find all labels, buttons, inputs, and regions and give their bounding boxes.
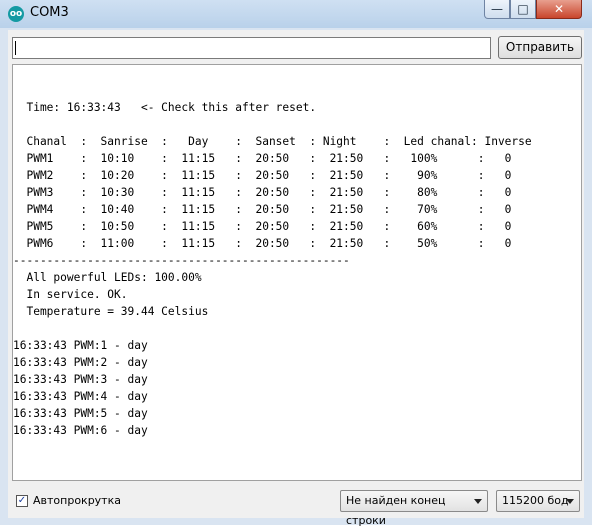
- send-button[interactable]: Отправить: [498, 36, 582, 59]
- baud-rate-dropdown[interactable]: 115200 бод: [496, 490, 580, 512]
- window-title: COM3: [30, 5, 69, 20]
- console-line: PWM1 : 10:10 : 11:15 : 20:50 : 21:50 : 1…: [13, 152, 512, 165]
- baud-rate-value: 115200 бод: [502, 494, 569, 507]
- console-line: 16:33:43 PWM:6 - day: [13, 424, 148, 437]
- console-line: 16:33:43 PWM:2 - day: [13, 356, 148, 369]
- window-body: Отправить Time: 16:33:43 <- Check this a…: [0, 28, 592, 527]
- title-bar: oo COM3 — □ ✕: [0, 0, 592, 29]
- console-line: PWM4 : 10:40 : 11:15 : 20:50 : 21:50 : 7…: [13, 203, 512, 216]
- console-line: Time: 16:33:43 <- Check this after reset…: [13, 101, 317, 114]
- autoscroll-checkbox[interactable]: ✓: [16, 495, 28, 507]
- console-line: 16:33:43 PWM:1 - day: [13, 339, 148, 352]
- console-line: Chanal : Sanrise : Day : Sanset : Night …: [13, 135, 532, 148]
- chevron-down-icon: [566, 499, 574, 504]
- arduino-logo-icon: oo: [8, 6, 24, 22]
- console-line: In service. OK.: [13, 288, 128, 301]
- line-ending-value: Не найден конец строки: [346, 494, 446, 527]
- serial-output-console[interactable]: Time: 16:33:43 <- Check this after reset…: [12, 64, 582, 481]
- console-line: PWM3 : 10:30 : 11:15 : 20:50 : 21:50 : 8…: [13, 186, 512, 199]
- text-caret: [15, 41, 16, 55]
- console-line: Temperature = 39.44 Celsius: [13, 305, 209, 318]
- serial-monitor-panel: Отправить Time: 16:33:43 <- Check this a…: [8, 30, 584, 527]
- console-line: PWM5 : 10:50 : 11:15 : 20:50 : 21:50 : 6…: [13, 220, 512, 233]
- maximize-icon[interactable]: □: [510, 0, 536, 19]
- console-line: All powerful LEDs: 100.00%: [13, 271, 202, 284]
- status-bar: ✓ Автопрокрутка Не найден конец строки 1…: [8, 486, 584, 527]
- console-line: PWM2 : 10:20 : 11:15 : 20:50 : 21:50 : 9…: [13, 169, 512, 182]
- console-line: ----------------------------------------…: [13, 254, 350, 267]
- console-line: 16:33:43 PWM:4 - day: [13, 390, 148, 403]
- console-line: 16:33:43 PWM:3 - day: [13, 373, 148, 386]
- line-ending-dropdown[interactable]: Не найден конец строки: [340, 490, 488, 527]
- send-input[interactable]: [12, 37, 491, 59]
- autoscroll-label: Автопрокрутка: [33, 494, 121, 507]
- close-icon[interactable]: ✕: [536, 0, 582, 19]
- console-line: 16:33:43 PWM:5 - day: [13, 407, 148, 420]
- minimize-icon[interactable]: —: [484, 0, 510, 19]
- chevron-down-icon: [474, 499, 482, 504]
- console-line: PWM6 : 11:00 : 11:15 : 20:50 : 21:50 : 5…: [13, 237, 512, 250]
